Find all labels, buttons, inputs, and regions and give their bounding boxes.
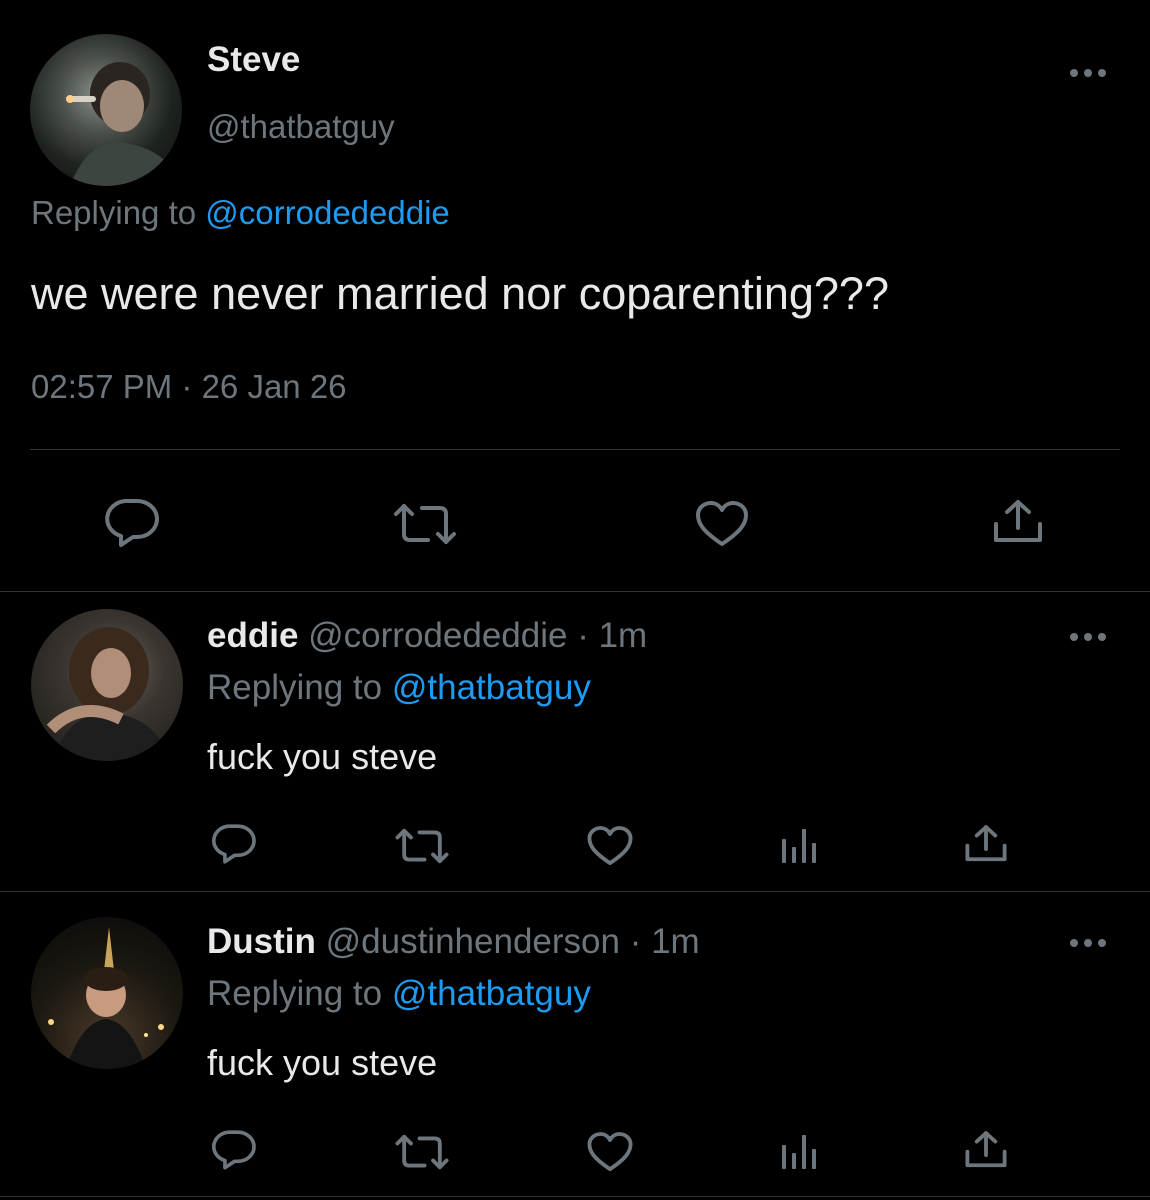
author-name[interactable]: Steve <box>207 40 300 80</box>
heart-icon[interactable] <box>586 1131 634 1173</box>
divider <box>0 891 1150 892</box>
share-icon[interactable] <box>964 1129 1008 1171</box>
replying-to-line: Replying to @corrodededdie <box>31 194 450 232</box>
retweet-icon[interactable] <box>392 502 458 546</box>
reply-header: eddie @corrodededdie · 1m <box>207 616 647 656</box>
reply-icon[interactable] <box>210 823 256 865</box>
reply-author-name[interactable]: eddie <box>207 616 298 655</box>
more-icon[interactable] <box>1068 66 1108 85</box>
reply-text: fuck you steve <box>207 736 438 777</box>
heart-icon[interactable] <box>694 500 750 548</box>
share-icon[interactable] <box>992 498 1044 546</box>
heart-icon[interactable] <box>586 825 634 867</box>
replying-prefix: Replying to <box>207 668 383 707</box>
avatar-eddie[interactable] <box>31 609 183 761</box>
reply-age: · 1m <box>577 616 648 655</box>
replying-to-link[interactable]: @thatbatguy <box>392 974 591 1013</box>
avatar-steve[interactable] <box>30 34 182 186</box>
reply-author-handle[interactable]: @corrodededdie <box>308 616 567 655</box>
divider <box>0 1196 1150 1197</box>
reply-icon[interactable] <box>210 1129 256 1171</box>
share-icon[interactable] <box>964 823 1008 865</box>
tweet-timestamp[interactable]: 02:57 PM · 26 Jan 26 <box>31 368 347 406</box>
replying-to-link[interactable]: @corrodededdie <box>205 194 450 231</box>
replying-to-link[interactable]: @thatbatguy <box>392 668 591 707</box>
replying-to-line: Replying to @thatbatguy <box>207 974 591 1014</box>
retweet-icon[interactable] <box>394 1133 450 1171</box>
retweet-icon[interactable] <box>394 827 450 865</box>
replying-to-line: Replying to @thatbatguy <box>207 668 591 708</box>
reply-text: fuck you steve <box>207 1042 438 1083</box>
more-icon[interactable] <box>1068 936 1108 955</box>
analytics-icon[interactable] <box>779 1133 819 1171</box>
reply-icon[interactable] <box>103 497 159 549</box>
tweet-text: we were never married nor coparenting??? <box>31 268 889 319</box>
reply-author-handle[interactable]: @dustinhenderson <box>326 922 620 961</box>
author-handle[interactable]: @thatbatguy <box>207 108 395 146</box>
divider <box>0 591 1150 592</box>
divider <box>30 449 1120 450</box>
more-icon[interactable] <box>1068 630 1108 649</box>
reply-header: Dustin @dustinhenderson · 1m <box>207 922 700 962</box>
analytics-icon[interactable] <box>779 827 819 865</box>
reply-age: · 1m <box>629 922 700 961</box>
avatar-dustin[interactable] <box>31 917 183 1069</box>
reply-author-name[interactable]: Dustin <box>207 922 316 961</box>
replying-prefix: Replying to <box>207 974 383 1013</box>
replying-prefix: Replying to <box>31 194 197 231</box>
